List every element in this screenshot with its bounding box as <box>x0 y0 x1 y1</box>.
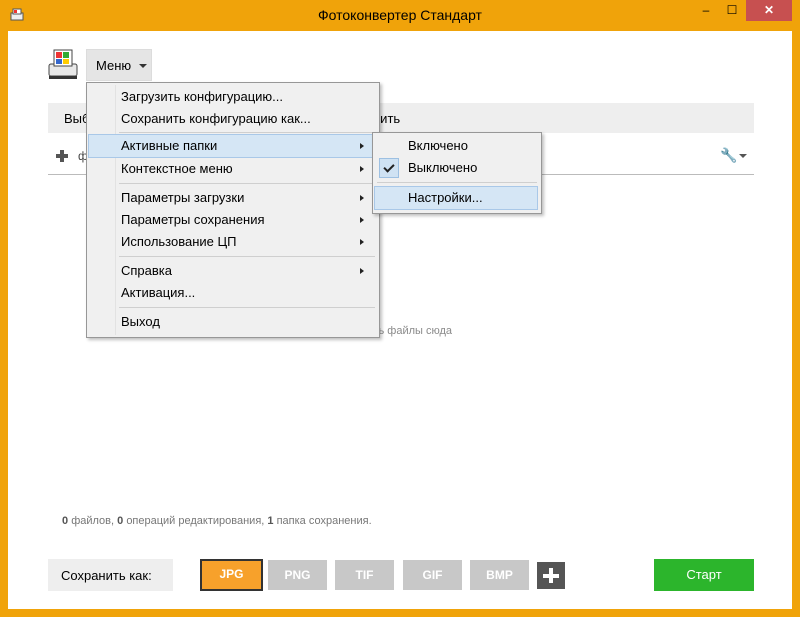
menu-item-disabled[interactable]: Выключено <box>375 157 537 179</box>
format-tif-button[interactable]: TIF <box>335 560 394 590</box>
add-files-icon[interactable] <box>56 150 68 162</box>
chevron-down-icon <box>739 154 747 158</box>
menu-button-label: Меню <box>96 58 132 73</box>
chevron-right-icon <box>360 166 364 172</box>
menu-item-save-config[interactable]: Сохранить конфигурацию как... <box>89 108 375 130</box>
maximize-button[interactable]: ☐ <box>719 0 745 21</box>
save-as-label-box: Сохранить как: <box>48 559 173 591</box>
save-as-label: Сохранить как: <box>61 568 152 583</box>
folders-count: 1 <box>267 515 274 527</box>
files-count-label: файлов, <box>71 515 115 527</box>
menu-item-exit[interactable]: Выход <box>89 311 375 333</box>
menu-item-cpu-usage[interactable]: Использование ЦП <box>89 231 375 253</box>
menu-item-load-config[interactable]: Загрузить конфигурацию... <box>89 86 375 108</box>
menu-separator <box>119 256 375 257</box>
menu-item-context-menu[interactable]: Контекстное меню <box>89 158 375 180</box>
menu-separator <box>119 307 375 308</box>
app-logo-icon <box>48 49 78 79</box>
files-count: 0 <box>62 515 69 527</box>
chevron-right-icon <box>360 217 364 223</box>
format-jpg-button[interactable]: JPG <box>200 559 263 591</box>
format-png-button[interactable]: PNG <box>268 560 327 590</box>
title-bar[interactable]: Фотоконвертер Стандарт – ☐ ✕ <box>0 0 800 31</box>
minimize-button[interactable]: – <box>693 0 719 21</box>
chevron-down-icon <box>139 64 147 68</box>
menu-item-settings[interactable]: Настройки... <box>374 186 538 210</box>
menu-item-enabled[interactable]: Включено <box>375 135 537 157</box>
format-gif-button[interactable]: GIF <box>403 560 462 590</box>
chevron-right-icon <box>360 239 364 245</box>
start-button[interactable]: Старт <box>654 559 754 591</box>
menu-separator <box>377 182 537 183</box>
wrench-icon: 🔧 <box>720 147 738 163</box>
menu-item-save-params[interactable]: Параметры сохранения <box>89 209 375 231</box>
chevron-right-icon <box>360 268 364 274</box>
main-menu: Загрузить конфигурацию... Сохранить конф… <box>86 82 380 338</box>
menu-separator <box>119 183 375 184</box>
window-title: Фотоконвертер Стандарт <box>318 7 482 23</box>
menu-item-activation[interactable]: Активация... <box>89 282 375 304</box>
menu-item-load-params[interactable]: Параметры загрузки <box>89 187 375 209</box>
chevron-right-icon <box>360 143 364 149</box>
add-format-button[interactable] <box>537 562 565 589</box>
settings-menu-button[interactable]: 🔧 <box>720 147 750 165</box>
ops-count-label: операций редактирования, <box>126 515 265 527</box>
menu-item-help[interactable]: Справка <box>89 260 375 282</box>
folders-count-label: папка сохранения. <box>276 515 372 527</box>
menu-button[interactable]: Меню <box>86 49 152 81</box>
close-button[interactable]: ✕ <box>746 0 792 21</box>
chevron-right-icon <box>360 195 364 201</box>
checkmark-icon <box>379 158 399 178</box>
active-folders-submenu: Включено Выключено Настройки... <box>372 132 542 214</box>
menu-item-active-folders[interactable]: Активные папки <box>88 134 376 158</box>
format-bmp-button[interactable]: BMP <box>470 560 529 590</box>
menu-separator <box>119 132 375 133</box>
status-text: 0 файлов, 0 операций редактирования, 1 п… <box>62 515 372 527</box>
ops-count: 0 <box>117 515 124 527</box>
